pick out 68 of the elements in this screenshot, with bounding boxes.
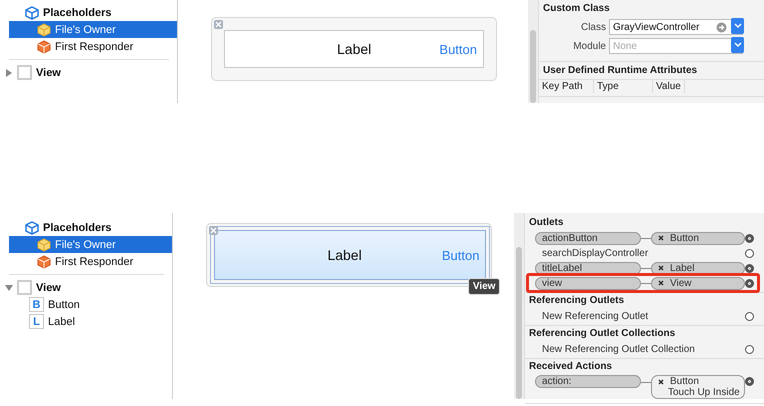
field-label: Class (580, 22, 606, 32)
section-title: Custom Class (543, 2, 611, 16)
remove-icon[interactable] (658, 280, 664, 286)
connection-target[interactable]: View (651, 276, 745, 290)
view-frame[interactable]: Label Button (211, 17, 497, 81)
connection-circle[interactable] (745, 234, 754, 242)
connection-circle[interactable] (745, 248, 754, 258)
outlet-name: New Referencing Outlet (541, 310, 648, 322)
cube-icon (37, 254, 51, 268)
cube-icon (25, 6, 39, 20)
outline-item[interactable]: Placeholders (43, 6, 112, 18)
connection-target[interactable]: Label (651, 262, 745, 274)
target-name: Label (670, 262, 694, 274)
connection-target[interactable]: Button Touch Up Inside (651, 375, 745, 399)
connection-circle[interactable] (745, 264, 754, 272)
outline-item[interactable]: View (36, 66, 61, 78)
target-name: View (670, 278, 692, 288)
cube-icon (37, 40, 51, 54)
connection-circle[interactable] (745, 278, 754, 288)
outlet-pill[interactable]: action: (535, 375, 641, 388)
outlet-name: searchDisplayController (541, 248, 648, 258)
outline-item[interactable]: Button (48, 298, 80, 310)
canvas-button[interactable]: Button (439, 42, 477, 56)
letter-icon: B (29, 297, 44, 312)
disclosure-triangle-icon[interactable] (5, 68, 13, 76)
column-header[interactable]: Type (594, 80, 653, 93)
view-icon (17, 280, 32, 295)
outline-item[interactable]: First Responder (55, 40, 134, 52)
target-name: Button (670, 376, 699, 387)
connection-target[interactable]: Button (651, 232, 745, 244)
view-content[interactable]: Label Button (224, 30, 484, 68)
scrollbar[interactable] (530, 30, 536, 103)
outline-item[interactable]: Label (48, 316, 75, 328)
class-field[interactable]: None (609, 38, 743, 54)
view-icon (17, 65, 32, 80)
section-title: Referencing Outlet Collections (529, 327, 676, 341)
connection-circle[interactable] (745, 377, 754, 386)
outlet-pill[interactable]: titleLabel (535, 262, 641, 274)
cube-icon (37, 22, 51, 36)
letter-icon: L (29, 314, 44, 329)
outline-item[interactable]: View (36, 282, 61, 294)
scrollbar[interactable] (516, 247, 522, 399)
connection-circle[interactable] (745, 344, 754, 354)
outline-item[interactable]: Placeholders (43, 222, 112, 234)
label-text: Label (337, 41, 372, 57)
connection-circle[interactable] (745, 312, 754, 320)
outlet-pill[interactable]: actionButton (535, 232, 641, 244)
remove-icon[interactable] (658, 378, 664, 384)
remove-icon[interactable] (658, 265, 664, 271)
tooltip: View (468, 278, 500, 295)
target-name: Button (670, 232, 699, 244)
column-header[interactable]: Key Path (539, 80, 594, 93)
section-title: Received Actions (529, 360, 613, 374)
cube-icon (25, 220, 39, 234)
outlet-pill[interactable]: view (535, 276, 641, 290)
cube-icon (37, 238, 51, 252)
outlet-name: New Referencing Outlet Collection (541, 344, 695, 354)
remove-icon[interactable] (658, 235, 664, 241)
label-text: Label (327, 247, 362, 263)
outline-item[interactable]: First Responder (55, 256, 134, 268)
arrow-circle-icon[interactable] (716, 22, 727, 32)
event-name: Touch Up Inside (667, 387, 738, 398)
section-title: Outlets (529, 216, 564, 230)
disclosure-triangle-icon[interactable] (5, 284, 13, 292)
field-label: Module (572, 40, 606, 52)
section-title: User Defined Runtime Attributes (543, 64, 698, 78)
section-title: Referencing Outlets (529, 294, 626, 308)
column-header[interactable]: Value (653, 80, 685, 93)
